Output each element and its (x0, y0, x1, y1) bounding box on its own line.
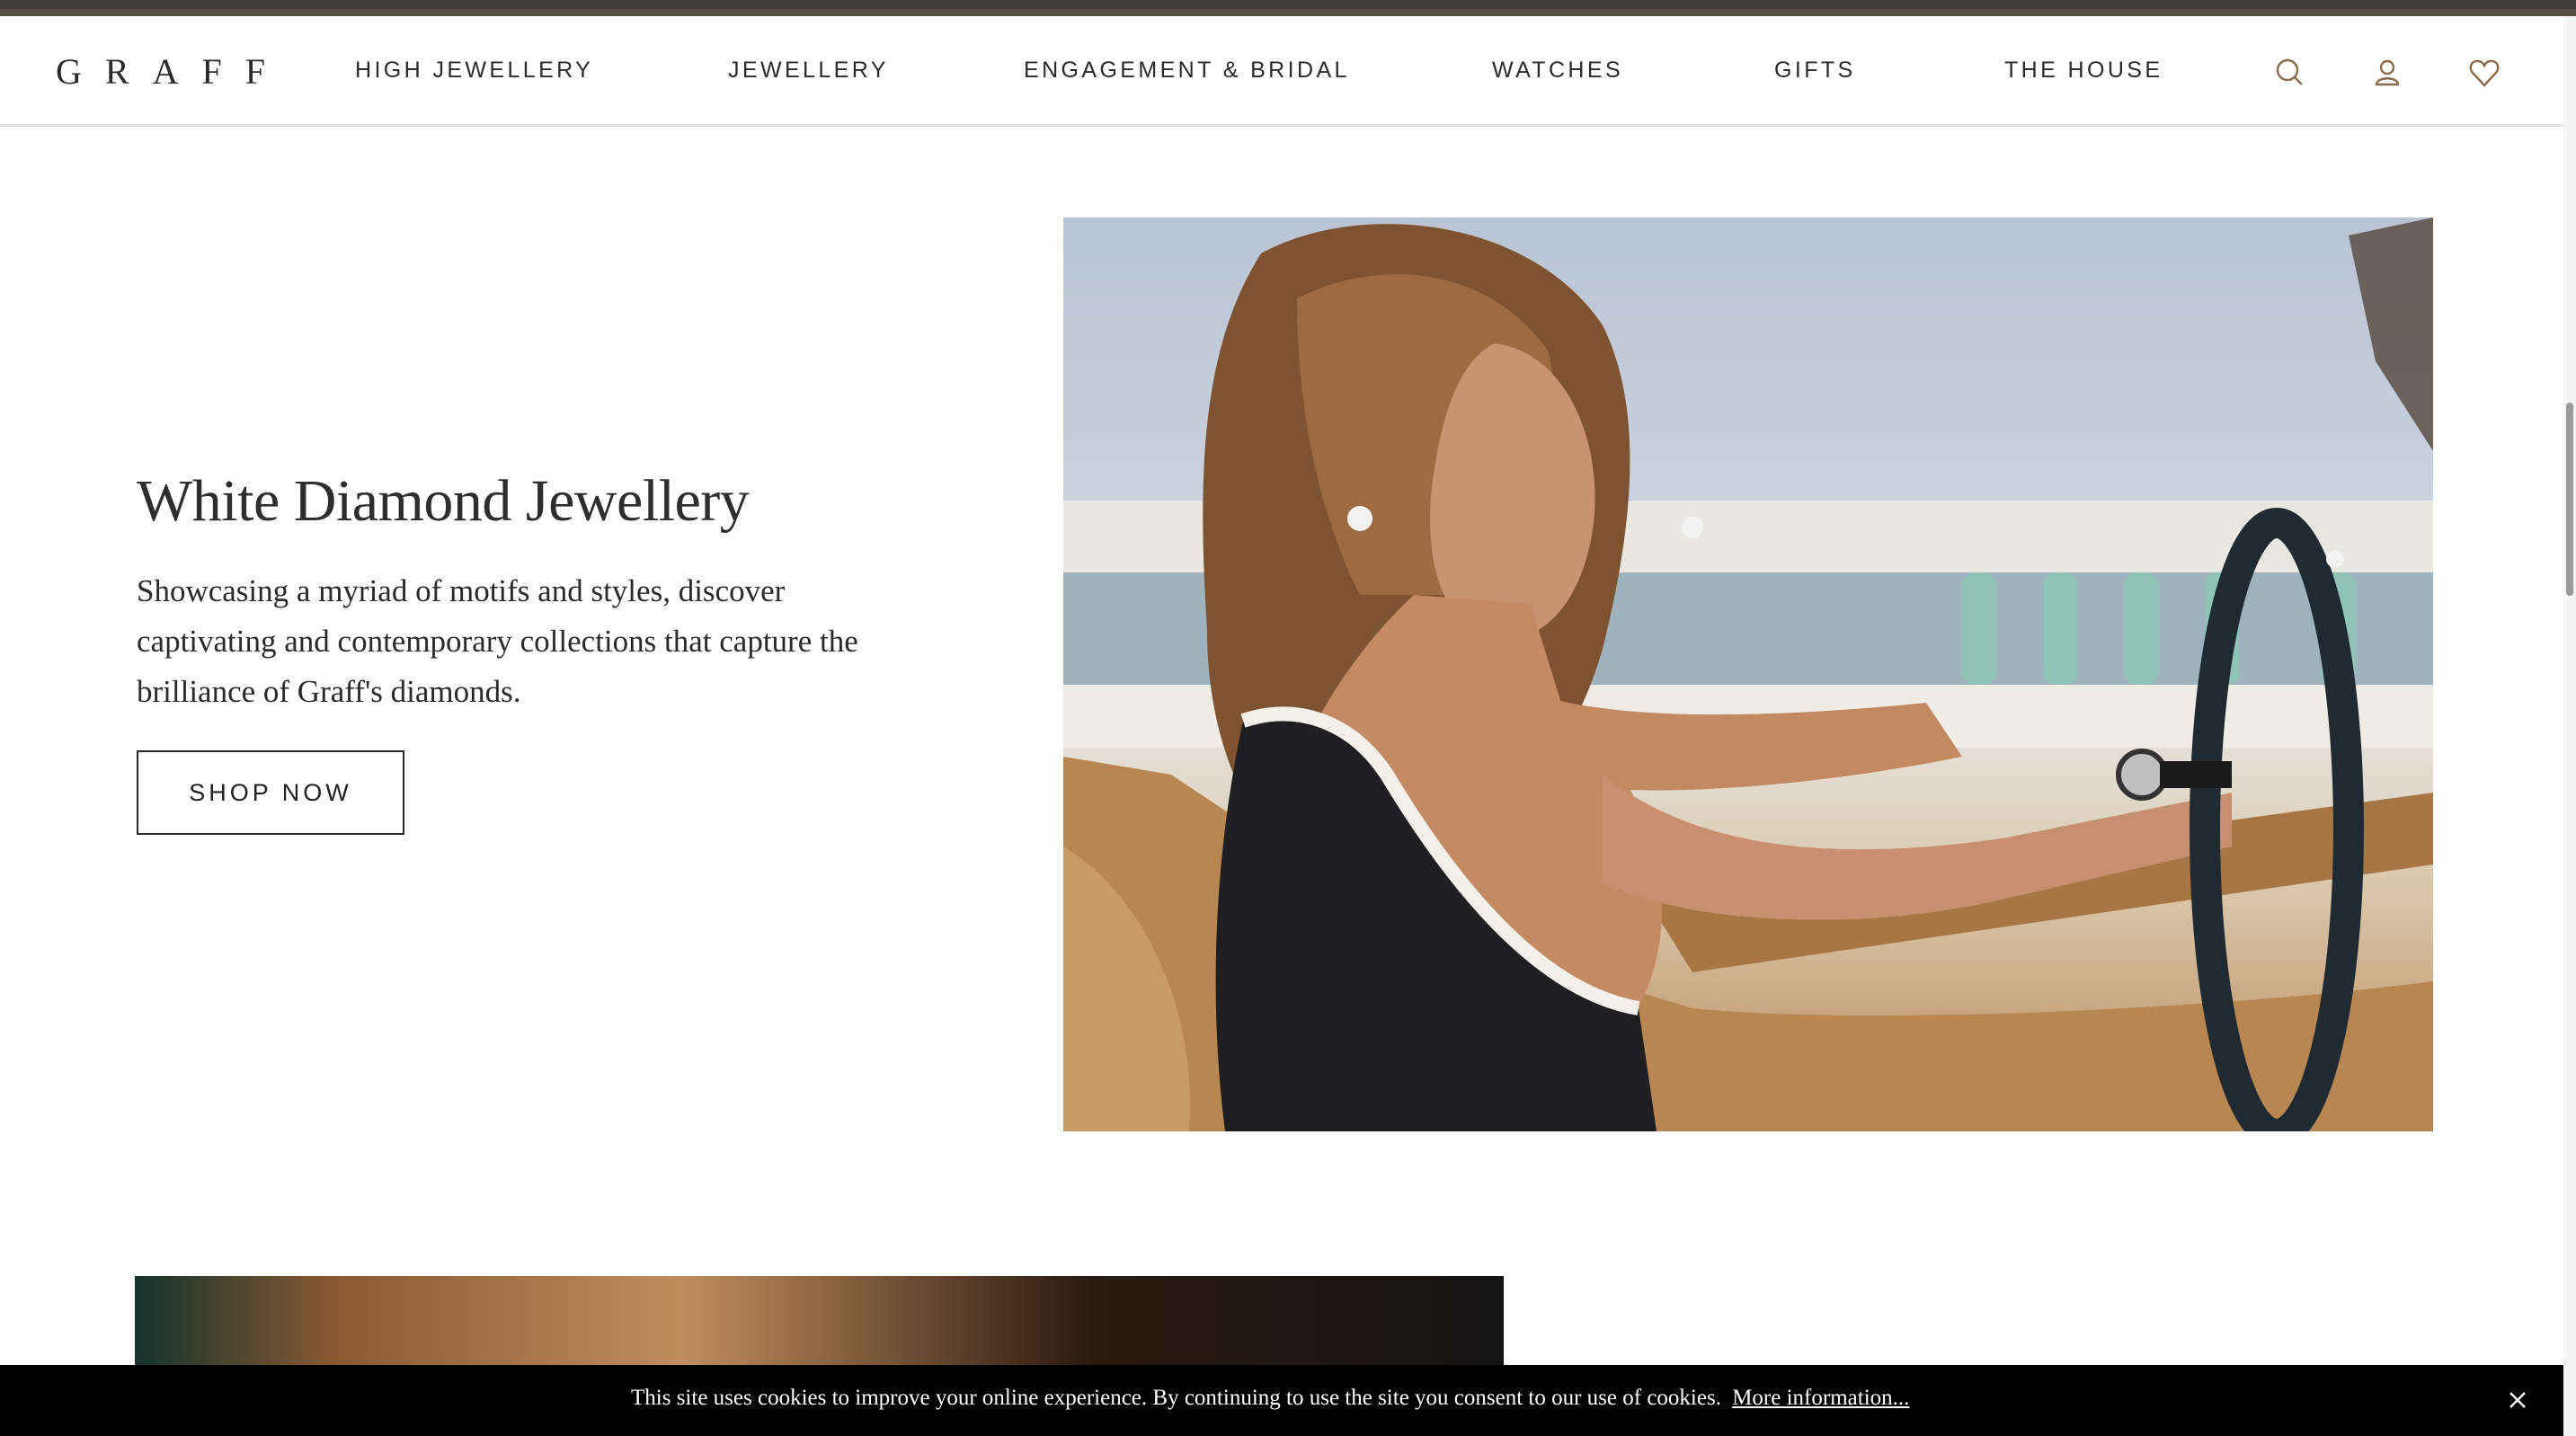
top-accent-bar (0, 0, 2576, 16)
search-icon[interactable] (2272, 55, 2308, 91)
nav-item-high-jewellery[interactable]: HIGH JEWELLERY (355, 58, 593, 84)
close-icon[interactable] (2502, 1385, 2533, 1415)
scrollbar-thumb[interactable] (2566, 403, 2573, 596)
cookie-banner: This site uses cookies to improve your o… (0, 1365, 2563, 1436)
nav-item-gifts[interactable]: GIFTS (1774, 58, 1856, 84)
cookie-banner-text-wrap: This site uses cookies to improve your o… (631, 1386, 1909, 1411)
nav-item-watches[interactable]: WATCHES (1492, 58, 1623, 84)
cookie-banner-text: This site uses cookies to improve your o… (631, 1386, 1721, 1410)
feature-description: Showcasing a myriad of motifs and styles… (137, 573, 858, 709)
account-icon[interactable] (2369, 55, 2405, 91)
nav-item-the-house[interactable]: THE HOUSE (2004, 58, 2163, 84)
feature-heading: White Diamond Jewellery (137, 468, 750, 534)
wishlist-heart-icon[interactable] (2466, 55, 2502, 91)
top-accent-bar-inner (0, 9, 2576, 16)
graff-logo[interactable]: GRAFF (56, 50, 289, 93)
site-header: GRAFF HIGH JEWELLERY JEWELLERY ENGAGEMEN… (0, 16, 2563, 127)
hero-image-illustration (1063, 217, 2433, 1131)
nav-item-engagement-bridal[interactable]: ENGAGEMENT & BRIDAL (1024, 58, 1350, 84)
shop-now-button[interactable]: SHOP NOW (137, 750, 404, 835)
hero-image-woman-in-car[interactable] (1063, 217, 2433, 1131)
cookie-more-information-link[interactable]: More information... (1732, 1386, 1909, 1410)
nav-item-jewellery[interactable]: JEWELLERY (728, 58, 889, 84)
page-scrollbar[interactable] (2563, 16, 2576, 1436)
